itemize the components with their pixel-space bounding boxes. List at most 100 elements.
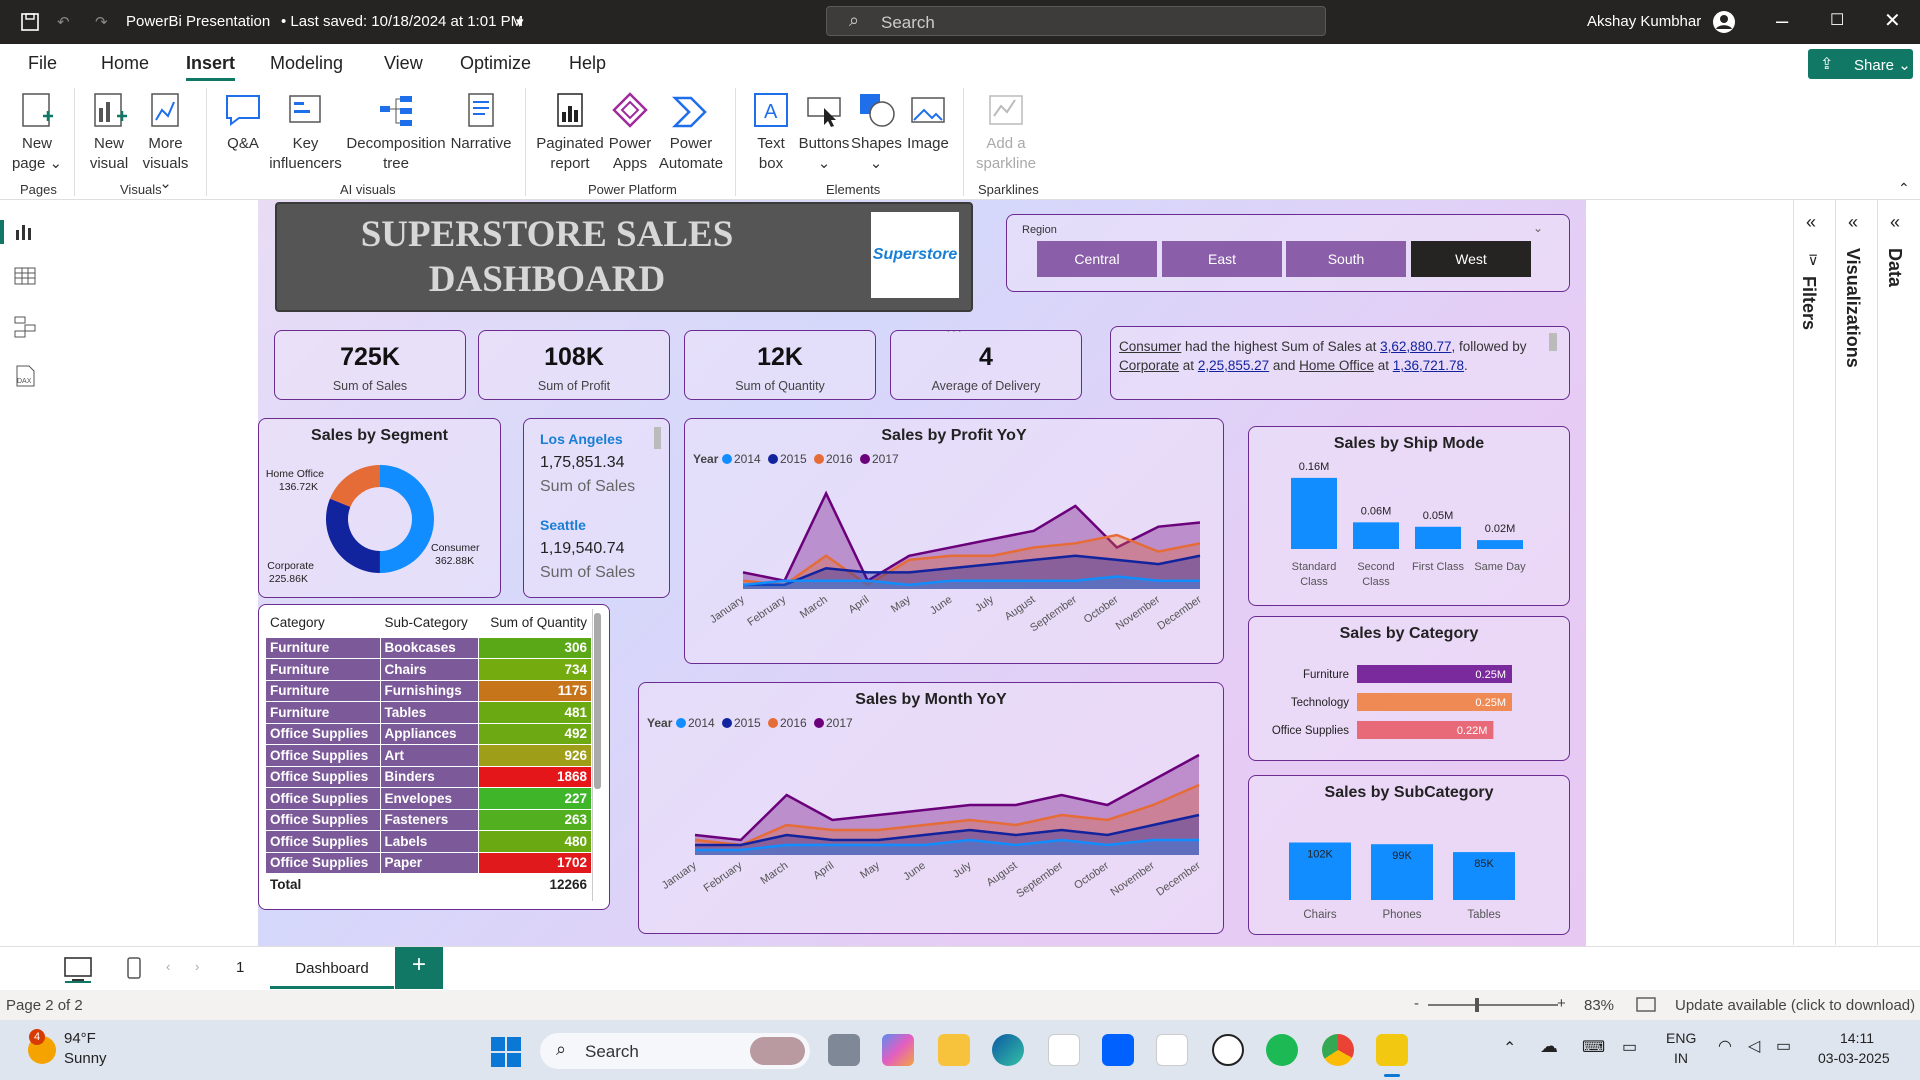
table-scrollbar[interactable] — [594, 613, 601, 789]
minimize-icon[interactable]: – — [1776, 8, 1788, 34]
key-influencers-button[interactable]: Key influencers — [268, 90, 343, 174]
sales-by-segment-chart[interactable]: Sales by Segment Consumer 362.88K Corporat… — [258, 418, 501, 598]
shapes-button[interactable]: Shapes ⌄ — [851, 90, 902, 174]
avatar-icon[interactable] — [1712, 10, 1736, 34]
expand-icon[interactable]: « — [1890, 212, 1900, 233]
power-apps-button[interactable]: Power Apps — [607, 90, 653, 174]
page-number[interactable]: 1 — [236, 959, 244, 976]
menu-optimize[interactable]: Optimize — [460, 53, 531, 74]
new-visual-button[interactable]: New visual — [84, 90, 134, 174]
table-row[interactable]: Furniture Chairs 734 — [266, 658, 592, 681]
column-header[interactable]: Category — [266, 609, 381, 638]
table-view-icon[interactable] — [14, 266, 36, 286]
desktop-layout-icon[interactable] — [62, 955, 94, 983]
sales-by-category-chart[interactable]: Sales by Category Furniture 0.25M Technolo… — [1248, 616, 1570, 761]
report-view-icon[interactable] — [14, 222, 36, 242]
image-button[interactable]: Image — [903, 90, 953, 154]
narrative-button[interactable]: Narrative — [448, 90, 514, 154]
maximize-icon[interactable]: ☐ — [1830, 10, 1844, 30]
filters-pane[interactable]: « ⊽ Filters — [1794, 200, 1836, 945]
table-row[interactable]: Office Supplies Envelopes 227 — [266, 787, 592, 810]
model-view-icon[interactable] — [14, 316, 36, 338]
fit-to-page-icon[interactable] — [1636, 996, 1656, 1014]
update-notice[interactable]: Update available (click to download) — [1675, 997, 1915, 1014]
zoom-level[interactable]: 83% — [1584, 997, 1614, 1014]
add-sparkline-button[interactable]: Add a sparkline — [970, 90, 1042, 174]
menu-modeling[interactable]: Modeling — [270, 53, 343, 74]
clock-date[interactable]: 03-03-2025 — [1818, 1050, 1890, 1066]
zoom-slider[interactable] — [1428, 1004, 1558, 1006]
column-header[interactable]: Sub-Category — [380, 609, 480, 638]
show-hidden-icons[interactable]: ⌃ — [1503, 1038, 1516, 1058]
mobile-layout-icon[interactable] — [124, 955, 144, 983]
table-row[interactable]: Office Supplies Art 926 — [266, 744, 592, 767]
buttons-button[interactable]: Buttons ⌄ — [797, 90, 851, 174]
undo-icon[interactable]: ↶ — [57, 13, 70, 31]
slicer-option-south[interactable]: South — [1286, 241, 1406, 277]
close-icon[interactable]: ✕ — [1884, 8, 1901, 33]
copilot-icon[interactable] — [882, 1034, 914, 1066]
onedrive-icon[interactable]: ☁ — [1540, 1036, 1558, 1057]
taskbar-search[interactable]: ⌕ Search — [540, 1033, 810, 1069]
qa-button[interactable]: Q&A — [218, 90, 268, 154]
table-row[interactable]: Office Supplies Paper 1702 — [266, 852, 592, 874]
table-row[interactable]: Office Supplies Appliances 492 — [266, 723, 592, 745]
paginated-report-button[interactable]: Paginated report — [535, 90, 605, 174]
prev-page-icon[interactable]: ‹ — [166, 959, 170, 974]
redo-icon[interactable]: ↷ — [95, 13, 108, 31]
table-row[interactable]: Furniture Furnishings 1175 — [266, 680, 592, 702]
zoom-thumb[interactable] — [1475, 998, 1479, 1012]
share-button[interactable]: ⇪ Share ⌄ — [1808, 49, 1913, 79]
language-line-1[interactable]: ENG — [1666, 1030, 1696, 1046]
chrome-icon[interactable] — [1322, 1034, 1354, 1066]
decomposition-tree-button[interactable]: Decomposition tree — [344, 90, 448, 174]
sales-by-month-yoy-chart[interactable]: Sales by Month YoY Year 2014 2015 2016 2017 J… — [638, 682, 1224, 934]
chevron-down-icon[interactable]: ⌄ — [1533, 221, 1543, 235]
expand-icon[interactable]: « — [1848, 212, 1858, 233]
edge-icon[interactable] — [992, 1034, 1024, 1066]
sales-by-subcategory-chart[interactable]: Sales by SubCategory 102K Chairs 99K Phones… — [1248, 775, 1570, 935]
menu-view[interactable]: View — [384, 53, 423, 74]
task-view-icon[interactable] — [828, 1034, 860, 1066]
power-automate-button[interactable]: Power Automate — [655, 90, 727, 174]
sales-by-ship-mode-chart[interactable]: Sales by Ship Mode 0.16M Standard Class 0.0… — [1248, 426, 1570, 606]
display-icon[interactable]: ▭ — [1622, 1037, 1637, 1057]
visualizations-pane[interactable]: « Visualizations — [1836, 200, 1878, 945]
keyboard-icon[interactable]: ⌨ — [1582, 1037, 1605, 1057]
chatgpt-icon[interactable] — [1212, 1034, 1244, 1066]
slicer-option-central[interactable]: Central — [1037, 241, 1157, 277]
column-header[interactable]: Sum of Quantity — [478, 609, 592, 638]
file-explorer-icon[interactable] — [938, 1034, 970, 1066]
clock-time[interactable]: 14:11 — [1840, 1030, 1874, 1046]
data-pane[interactable]: « Data — [1878, 200, 1920, 945]
amazon-icon[interactable] — [1156, 1034, 1188, 1066]
new-page-button[interactable]: New page ⌄ — [8, 90, 66, 174]
narrative-scrollbar[interactable] — [1549, 333, 1557, 351]
collapse-ribbon-icon[interactable]: ⌃ — [1898, 180, 1910, 197]
category-matrix-table[interactable]: Category Sub-Category Sum of Quantity Fu… — [258, 604, 610, 910]
chevron-down-icon[interactable]: ▾ — [516, 13, 524, 31]
table-row[interactable]: Office Supplies Fasteners 263 — [266, 809, 592, 831]
slicer-option-west[interactable]: West — [1411, 241, 1531, 277]
dax-query-icon[interactable]: DAX — [14, 364, 36, 388]
menu-home[interactable]: Home — [101, 53, 149, 74]
battery-icon[interactable]: ▭ — [1776, 1036, 1791, 1056]
menu-file[interactable]: File — [28, 53, 57, 74]
language-line-2[interactable]: IN — [1674, 1050, 1688, 1066]
menu-help[interactable]: Help — [569, 53, 606, 74]
table-row[interactable]: Office Supplies Binders 1868 — [266, 766, 592, 788]
dropbox-icon[interactable] — [1102, 1034, 1134, 1066]
search-input[interactable]: ⌕ Search — [826, 6, 1326, 36]
zoom-in-icon[interactable]: + — [1557, 995, 1566, 1012]
card-scrollbar[interactable] — [654, 427, 661, 449]
zoom-out-icon[interactable]: - — [1414, 995, 1419, 1012]
powerbi-icon[interactable] — [1376, 1034, 1408, 1066]
slicer-option-east[interactable]: East — [1162, 241, 1282, 277]
add-page-button[interactable]: + — [395, 947, 443, 989]
next-page-icon[interactable]: › — [195, 959, 199, 974]
text-box-button[interactable]: A Text box — [745, 90, 797, 174]
spotify-icon[interactable] — [1266, 1034, 1298, 1066]
table-row[interactable]: Furniture Tables 481 — [266, 701, 592, 724]
table-row[interactable]: Office Supplies Labels 480 — [266, 830, 592, 853]
wifi-icon[interactable]: ◠ — [1718, 1036, 1732, 1056]
